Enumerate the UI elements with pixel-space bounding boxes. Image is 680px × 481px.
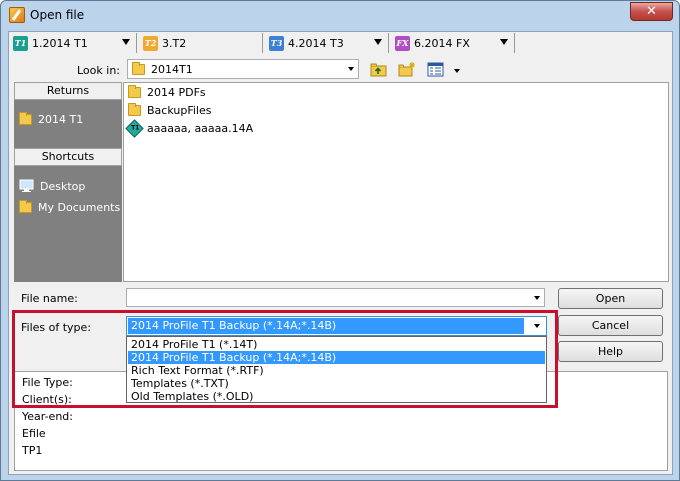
t1-tab-icon: T1 bbox=[13, 35, 28, 51]
my-documents-icon bbox=[19, 200, 32, 213]
view-menu-icon[interactable] bbox=[427, 61, 445, 78]
tab-label: 3.T2 bbox=[162, 36, 187, 50]
cancel-button[interactable]: Cancel bbox=[558, 315, 663, 336]
lookin-label: Look in: bbox=[77, 64, 120, 77]
folder-icon bbox=[19, 112, 32, 125]
chevron-down-icon[interactable] bbox=[374, 39, 382, 45]
tab-label: 1.2014 T1 bbox=[32, 36, 88, 50]
place-item-my-documents[interactable]: My Documents bbox=[19, 200, 121, 214]
list-item[interactable]: BackupFiles bbox=[128, 103, 212, 117]
help-button[interactable]: Help bbox=[558, 341, 663, 362]
file-list[interactable]: 2014 PDFs BackupFiles T1 aaaaaa, aaaaa.1… bbox=[123, 82, 669, 282]
info-year-end: Year-end: bbox=[22, 410, 73, 423]
folder-icon bbox=[132, 61, 145, 75]
t2-tab-icon: T2 bbox=[143, 35, 158, 51]
app-pen-icon bbox=[9, 7, 25, 23]
tab-bar: T1 1.2014 T1 T2 3.T2 T3 4.2014 T3 FX 6.2… bbox=[9, 32, 672, 54]
shortcuts-header: Shortcuts bbox=[14, 148, 122, 166]
place-item-2014-t1[interactable]: 2014 T1 bbox=[19, 112, 84, 126]
file-name: BackupFiles bbox=[147, 104, 212, 117]
close-button[interactable]: ✕ bbox=[630, 2, 673, 21]
filename-input[interactable] bbox=[126, 288, 545, 307]
chevron-down-icon[interactable] bbox=[348, 67, 354, 71]
t1-file-icon: T1 bbox=[125, 119, 144, 138]
chevron-down-icon[interactable] bbox=[500, 39, 508, 45]
fx-tab-icon: FX bbox=[395, 35, 410, 51]
up-folder-icon[interactable] bbox=[370, 61, 388, 78]
info-tp1: TP1 bbox=[22, 444, 43, 457]
info-efile: Efile bbox=[22, 427, 46, 440]
places-sidebar: Returns 2014 T1 Shortcuts Desktop My Doc… bbox=[14, 82, 122, 282]
tab-label: 6.2014 FX bbox=[414, 36, 470, 50]
place-item-desktop[interactable]: Desktop bbox=[19, 179, 85, 193]
dialog-body: T1 1.2014 T1 T2 3.T2 T3 4.2014 T3 FX 6.2… bbox=[8, 31, 673, 475]
chevron-down-icon[interactable] bbox=[454, 69, 460, 73]
title-bar[interactable]: Open file ✕ bbox=[1, 1, 679, 31]
list-item[interactable]: 2014 PDFs bbox=[128, 85, 206, 99]
tab-t2[interactable]: T2 3.T2 bbox=[139, 33, 263, 53]
tab-t1[interactable]: T1 1.2014 T1 bbox=[9, 33, 137, 53]
folder-icon bbox=[128, 103, 141, 116]
t3-tab-icon: T3 bbox=[269, 35, 284, 51]
filename-label: File name: bbox=[21, 292, 78, 305]
place-label: 2014 T1 bbox=[38, 113, 84, 126]
file-name: 2014 PDFs bbox=[147, 86, 206, 99]
annotation-highlight-box bbox=[12, 310, 558, 408]
window-title: Open file bbox=[30, 8, 85, 22]
place-label: Desktop bbox=[40, 179, 86, 193]
tab-label: 4.2014 T3 bbox=[288, 36, 344, 50]
chevron-down-icon[interactable] bbox=[122, 39, 130, 45]
folder-icon bbox=[128, 85, 141, 98]
returns-header: Returns bbox=[14, 82, 122, 100]
new-folder-icon[interactable] bbox=[398, 61, 416, 78]
desktop-icon bbox=[19, 179, 34, 192]
list-item[interactable]: T1 aaaaaa, aaaaa.14A bbox=[125, 119, 254, 138]
tab-t3[interactable]: T3 4.2014 T3 bbox=[265, 33, 389, 53]
lookin-value: 2014T1 bbox=[151, 62, 193, 76]
lookin-dropdown[interactable]: 2014T1 bbox=[127, 59, 359, 79]
file-name: aaaaaa, aaaaa.14A bbox=[147, 122, 254, 135]
chevron-down-icon[interactable] bbox=[534, 296, 540, 300]
place-label: My Documents bbox=[38, 201, 121, 214]
open-file-dialog: Open file ✕ T1 1.2014 T1 T2 3.T2 T3 4.20… bbox=[0, 0, 680, 481]
open-button[interactable]: Open bbox=[558, 288, 663, 309]
tab-fx[interactable]: FX 6.2014 FX bbox=[391, 33, 515, 53]
